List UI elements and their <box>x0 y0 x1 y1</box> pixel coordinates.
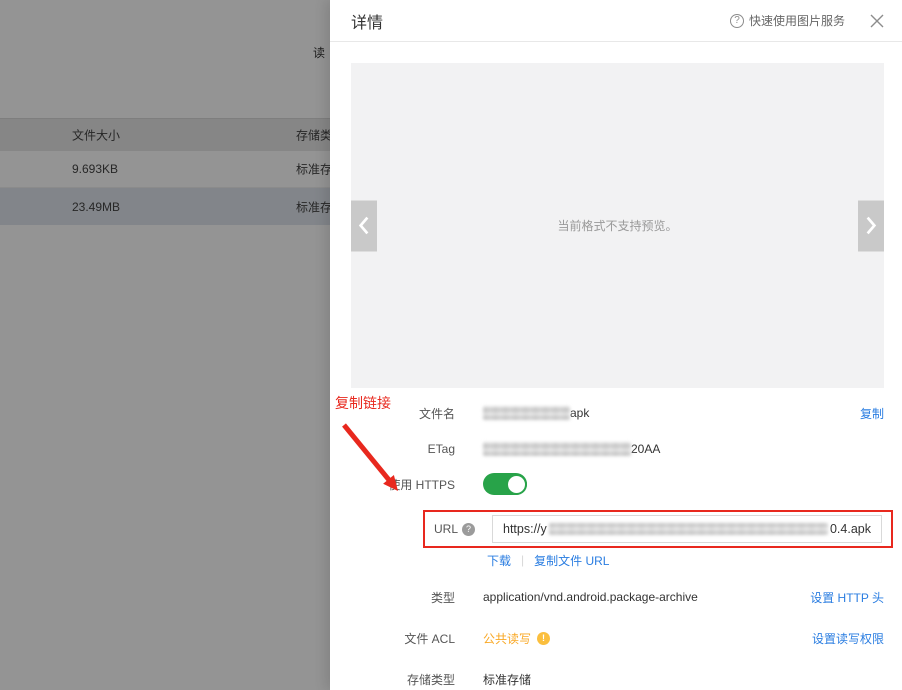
quick-image-service-label: 快速使用图片服务 <box>749 12 845 29</box>
copy-link-annotation: 复制链接 <box>335 393 391 413</box>
set-http-header-link[interactable]: 设置 HTTP 头 <box>810 589 884 606</box>
etag-redaction-blur <box>483 442 631 456</box>
etag-value: 20AA <box>483 442 660 456</box>
set-acl-permissions-link[interactable]: 设置读写权限 <box>812 630 884 647</box>
storage-class-label: 存储类型 <box>330 671 455 688</box>
toggle-knob <box>506 474 527 495</box>
copy-file-url-link[interactable]: 复制文件 URL <box>534 552 609 569</box>
filename-redaction-blur <box>483 406 570 420</box>
etag-visible-suffix: 20AA <box>631 442 660 456</box>
actions-divider: | <box>521 553 524 567</box>
quick-image-service-link[interactable]: ? 快速使用图片服务 <box>730 12 845 29</box>
panel-header: 详情 ? 快速使用图片服务 <box>330 0 902 42</box>
https-row: 使用 HTTPS <box>330 471 884 497</box>
header-actions: ? 快速使用图片服务 <box>730 12 885 29</box>
url-input[interactable]: https://y 0.4.apk <box>492 515 882 543</box>
copy-filename-button[interactable]: 复制 <box>860 405 884 422</box>
url-label-text: URL <box>434 522 458 536</box>
previous-file-button[interactable] <box>351 200 377 251</box>
acl-value: 公共读写 <box>483 630 531 647</box>
url-actions-row: 下载 | 复制文件 URL <box>487 551 609 569</box>
file-preview-area: 当前格式不支持预览。 <box>351 63 884 388</box>
page-title: 详情 <box>351 9 383 33</box>
use-https-label: 使用 HTTPS <box>330 476 455 493</box>
modal-dim-overlay <box>0 0 332 690</box>
url-highlight-box: URL ? https://y 0.4.apk <box>423 510 893 548</box>
close-icon[interactable] <box>869 13 885 29</box>
download-link[interactable]: 下载 <box>487 552 511 569</box>
filename-row: 文件名 apk 复制 <box>330 402 884 424</box>
help-circle-icon: ? <box>730 14 744 28</box>
storage-class-row: 存储类型 标准存储 <box>330 668 884 690</box>
type-label: 类型 <box>330 589 455 606</box>
filename-visible-suffix: apk <box>570 406 589 420</box>
url-label: URL ? <box>434 522 482 536</box>
acl-warning-icon: ! <box>537 632 550 645</box>
etag-row: ETag 20AA <box>330 438 884 460</box>
type-value: application/vnd.android.package-archive <box>483 590 698 604</box>
https-toggle[interactable] <box>483 473 527 495</box>
url-value-prefix: https://y <box>503 522 547 536</box>
etag-label: ETag <box>330 442 455 456</box>
acl-row: 文件 ACL 公共读写 ! 设置读写权限 <box>330 627 884 649</box>
background-page: 读 文件大小 存储类 9.693KB 标准存 23.49MB 标准存 <box>0 0 332 690</box>
url-redaction-blur <box>549 523 828 535</box>
url-value-suffix: 0.4.apk <box>830 522 871 536</box>
type-row: 类型 application/vnd.android.package-archi… <box>330 586 884 608</box>
details-panel: 详情 ? 快速使用图片服务 当前格式不支持预览。 复制链接 <box>330 0 902 690</box>
filename-value: apk <box>483 406 589 420</box>
file-acl-label: 文件 ACL <box>330 630 455 647</box>
storage-class-value: 标准存储 <box>483 671 531 688</box>
screen: 读 文件大小 存储类 9.693KB 标准存 23.49MB 标准存 详情 ? <box>0 0 902 690</box>
preview-unsupported-message: 当前格式不支持预览。 <box>557 217 677 234</box>
url-help-icon: ? <box>462 523 475 536</box>
next-file-button[interactable] <box>858 200 884 251</box>
